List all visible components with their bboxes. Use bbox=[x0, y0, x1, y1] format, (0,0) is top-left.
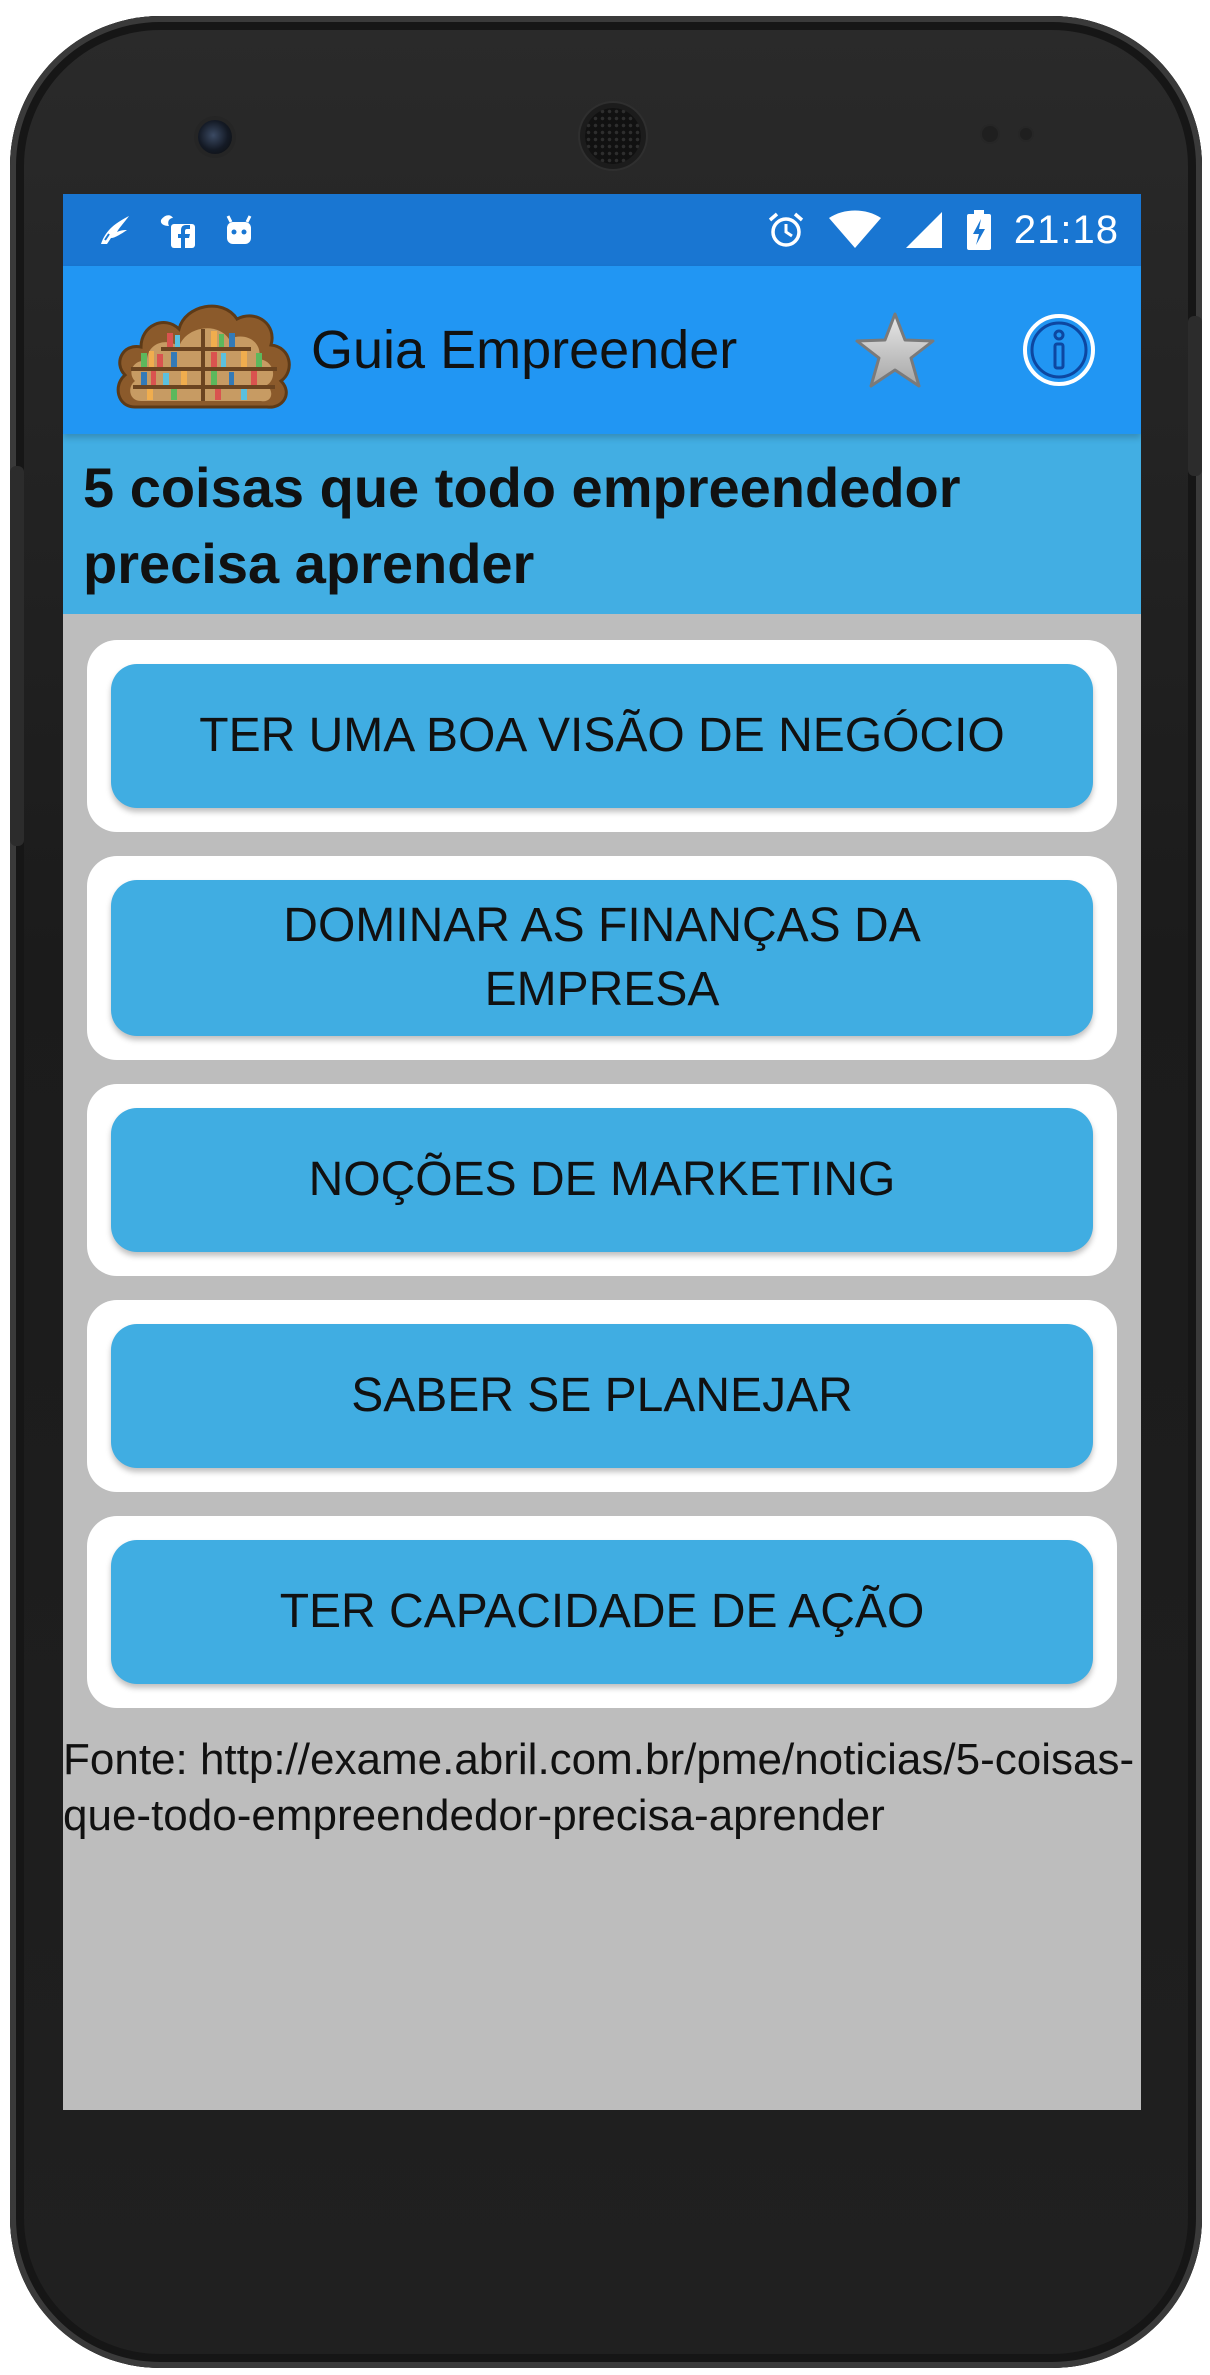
star-icon bbox=[855, 312, 935, 388]
list-item: NOÇÕES DE MARKETING bbox=[87, 1084, 1117, 1276]
item-button-planejar[interactable]: SABER SE PLANEJAR bbox=[111, 1324, 1093, 1468]
bookshelf-cloud-logo bbox=[111, 289, 295, 411]
alarm-icon bbox=[766, 210, 806, 250]
status-bar: 21:18 bbox=[63, 194, 1141, 266]
android-notification-icon bbox=[219, 210, 259, 250]
item-list: TER UMA BOA VISÃO DE NEGÓCIO DOMINAR AS … bbox=[63, 614, 1141, 1708]
cell-signal-icon bbox=[904, 210, 944, 250]
item-button-marketing[interactable]: NOÇÕES DE MARKETING bbox=[111, 1108, 1093, 1252]
volume-button bbox=[10, 466, 24, 846]
info-icon bbox=[1023, 314, 1095, 386]
source-text: Fonte: http://exame.abril.com.br/pme/not… bbox=[63, 1735, 1135, 1840]
status-time: 21:18 bbox=[1013, 207, 1119, 252]
list-item: SABER SE PLANEJAR bbox=[87, 1300, 1117, 1492]
app-bar: Guia Empreender bbox=[63, 266, 1141, 434]
heading-band: 5 coisas que todo empreendedor precisa a… bbox=[63, 434, 1141, 614]
item-button-acao[interactable]: TER CAPACIDADE DE AÇÃO bbox=[111, 1540, 1093, 1684]
power-button bbox=[1188, 316, 1202, 476]
earpiece-speaker bbox=[585, 108, 641, 164]
favorite-star-button[interactable] bbox=[853, 308, 937, 392]
light-sensor bbox=[1020, 128, 1032, 140]
item-button-financas[interactable]: DOMINAR AS FINANÇAS DA EMPRESA bbox=[111, 880, 1093, 1036]
list-item: DOMINAR AS FINANÇAS DA EMPRESA bbox=[87, 856, 1117, 1060]
app-title: Guia Empreender bbox=[311, 320, 738, 380]
proximity-sensor bbox=[982, 126, 998, 142]
screen: 21:18 Guia Empreender 5 coisas que todo … bbox=[63, 194, 1141, 2110]
wifi-icon bbox=[828, 210, 882, 250]
list-item: TER UMA BOA VISÃO DE NEGÓCIO bbox=[87, 640, 1117, 832]
item-button-visao-negocio[interactable]: TER UMA BOA VISÃO DE NEGÓCIO bbox=[111, 664, 1093, 808]
info-button[interactable] bbox=[1017, 308, 1101, 392]
bird-notification-icon bbox=[95, 210, 135, 250]
front-camera bbox=[198, 120, 232, 154]
article-heading: 5 coisas que todo empreendedor precisa a… bbox=[83, 456, 961, 595]
list-item: TER CAPACIDADE DE AÇÃO bbox=[87, 1516, 1117, 1708]
facebook-notification-icon bbox=[157, 210, 197, 250]
battery-charging-icon bbox=[966, 210, 992, 250]
